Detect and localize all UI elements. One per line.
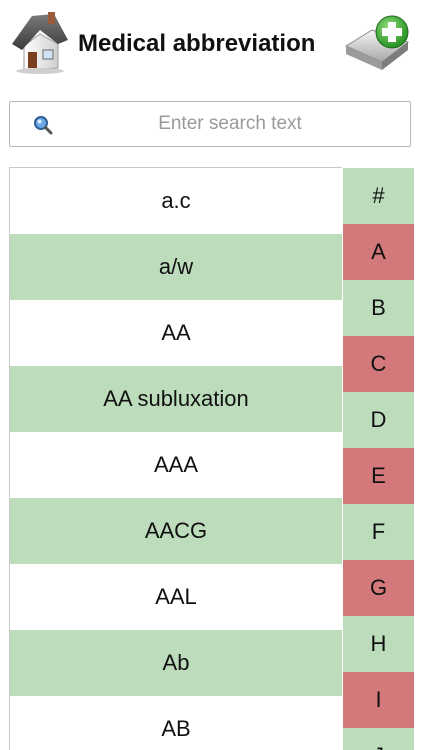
abbreviation-list[interactable]: a.c a/w AA AA subluxation AAA AACG AAL A… <box>9 167 342 750</box>
home-button[interactable] <box>10 10 70 74</box>
index-a[interactable]: A <box>343 224 414 280</box>
list-item[interactable]: a.c <box>10 168 342 234</box>
list-item[interactable]: AACG <box>10 498 342 564</box>
header: Medical abbreviation <box>0 0 422 96</box>
list-item[interactable]: a/w <box>10 234 342 300</box>
search-input[interactable] <box>70 108 390 140</box>
index-h[interactable]: H <box>343 616 414 672</box>
add-button[interactable] <box>342 12 414 76</box>
index-hash[interactable]: # <box>343 168 414 224</box>
index-j[interactable]: J <box>343 728 414 750</box>
index-e[interactable]: E <box>343 448 414 504</box>
list-item[interactable]: AA <box>10 300 342 366</box>
search-icon <box>34 116 53 135</box>
page-title: Medical abbreviation <box>78 30 316 57</box>
list-item[interactable]: AAL <box>10 564 342 630</box>
index-f[interactable]: F <box>343 504 414 560</box>
index-d[interactable]: D <box>343 392 414 448</box>
list-item[interactable]: AB <box>10 696 342 750</box>
home-icon <box>12 12 68 74</box>
list-item[interactable]: AA subluxation <box>10 366 342 432</box>
index-g[interactable]: G <box>343 560 414 616</box>
alphabet-index[interactable]: # A B C D E F G H I J <box>343 168 414 750</box>
index-i[interactable]: I <box>343 672 414 728</box>
list-item[interactable]: Ab <box>10 630 342 696</box>
index-c[interactable]: C <box>343 336 414 392</box>
list-item[interactable]: AAA <box>10 432 342 498</box>
index-b[interactable]: B <box>343 280 414 336</box>
add-folder-icon <box>344 15 410 70</box>
search-bar <box>9 101 411 147</box>
